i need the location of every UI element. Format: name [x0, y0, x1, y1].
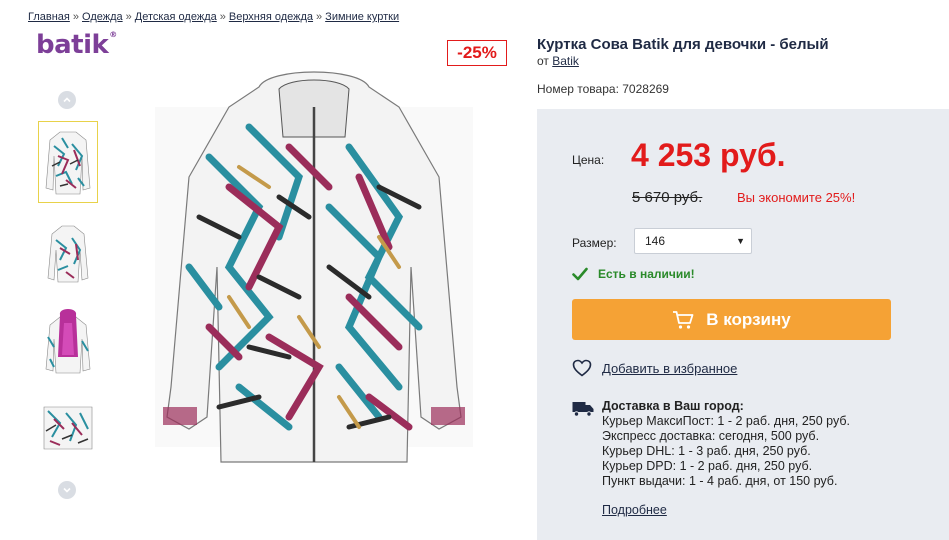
breadcrumb-home[interactable]: Главная	[28, 11, 70, 23]
add-to-cart-button[interactable]: В корзину	[572, 299, 891, 340]
delivery-option: Курьер DPD: 1 - 2 раб. дня, 250 руб.	[602, 459, 813, 473]
old-price: 5 670 руб.	[632, 189, 703, 206]
truck-icon	[572, 402, 594, 417]
sku-value: 7028269	[622, 82, 669, 96]
brand-prefix: от	[537, 54, 549, 68]
delivery-info: Доставка в Ваш город: Курьер МаксиПост: …	[572, 399, 850, 489]
brand-logo-mark: ®	[109, 30, 117, 39]
chevron-down-icon[interactable]	[58, 481, 76, 499]
thumbnail-jacket-front[interactable]	[38, 121, 98, 203]
breadcrumb-winter-jackets[interactable]: Зимние куртки	[325, 11, 399, 23]
cart-icon	[673, 310, 694, 329]
add-to-cart-label: В корзину	[706, 309, 791, 329]
breadcrumb-separator: »	[316, 11, 323, 23]
discount-badge: -25%	[447, 40, 507, 66]
thumbnail-jacket-flat[interactable]	[38, 390, 98, 472]
size-select[interactable]: 146 ▼	[634, 228, 752, 254]
chevron-up-icon[interactable]	[58, 91, 76, 109]
breadcrumb-kids-clothing[interactable]: Детская одежда	[135, 11, 217, 23]
sku-line: Номер товара: 7028269	[537, 82, 669, 96]
stock-text: Есть в наличии!	[598, 267, 695, 281]
size-selected-value: 146	[645, 234, 666, 248]
price-label: Цена:	[572, 153, 605, 167]
check-icon	[572, 267, 588, 281]
product-title: Куртка Сова Batik для девочки - белый	[537, 36, 829, 53]
thumbnail-jacket-lining-open[interactable]	[38, 302, 98, 384]
breadcrumb: Главная» Одежда» Детская одежда» Верхняя од…	[28, 11, 399, 23]
size-label: Размер:	[572, 236, 617, 250]
delivery-option: Курьер DHL: 1 - 3 раб. дня, 250 руб.	[602, 444, 811, 458]
breadcrumb-separator: »	[219, 11, 226, 23]
brand-line: от Batik	[537, 54, 579, 68]
add-to-favorites[interactable]: Добавить в избранное	[572, 359, 737, 377]
brand-logo[interactable]: batik®	[36, 30, 117, 60]
add-to-favorites-label: Добавить в избранное	[602, 360, 738, 376]
delivery-option: Курьер МаксиПост: 1 - 2 раб. дня, 250 ру…	[602, 414, 851, 428]
brand-logo-text: batik	[36, 30, 109, 60]
sku-label: Номер товара:	[537, 82, 619, 96]
breadcrumb-clothing[interactable]: Одежда	[82, 11, 123, 23]
delivery-more-link[interactable]: Подробнее	[602, 503, 667, 517]
savings-text: Вы экономите 25%!	[737, 190, 856, 205]
breadcrumb-outerwear[interactable]: Верхняя одежда	[229, 11, 313, 23]
current-price: 4 253 руб.	[631, 137, 786, 173]
delivery-heading: Доставка в Ваш город:	[602, 399, 744, 413]
stock-status: Есть в наличии!	[572, 267, 695, 281]
brand-link[interactable]: Batik	[552, 54, 579, 68]
heart-icon	[572, 359, 592, 377]
dropdown-caret-icon: ▼	[736, 236, 745, 246]
breadcrumb-separator: »	[125, 11, 132, 23]
jacket-illustration	[149, 67, 479, 467]
delivery-option: Пункт выдачи: 1 - 4 раб. дня, от 150 руб…	[602, 474, 838, 488]
buy-panel: Цена: 4 253 руб. 5 670 руб. Вы экономите…	[537, 109, 949, 540]
breadcrumb-separator: »	[72, 11, 79, 23]
thumbnail-jacket-back[interactable]	[38, 213, 98, 295]
product-main-image[interactable]	[118, 62, 510, 472]
delivery-option: Экспресс доставка: сегодня, 500 руб.	[602, 429, 820, 443]
